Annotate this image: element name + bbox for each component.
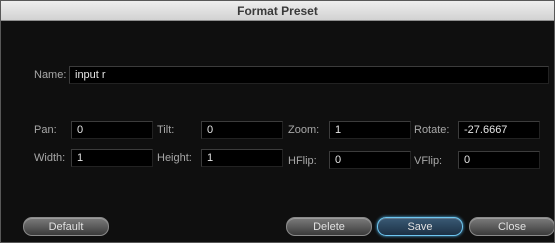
height-input[interactable]: 1: [201, 149, 283, 167]
default-button[interactable]: Default: [23, 217, 109, 236]
width-input[interactable]: 1: [71, 149, 153, 167]
save-button[interactable]: Save: [377, 217, 463, 236]
width-label: Width:: [34, 152, 66, 164]
name-input[interactable]: input r: [69, 66, 549, 84]
rotate-input[interactable]: -27.6667: [458, 121, 540, 139]
dialog-title: Format Preset: [1, 1, 554, 21]
close-button[interactable]: Close: [469, 217, 554, 236]
height-label: Height:: [157, 152, 192, 164]
format-preset-dialog: Format Preset Name: input r Pan: 0 Tilt:…: [0, 0, 555, 243]
rotate-label: Rotate:: [414, 124, 450, 136]
hflip-label: HFlip:: [288, 155, 317, 167]
tilt-label: Tilt:: [157, 124, 175, 136]
vflip-label: VFlip:: [414, 155, 443, 167]
zoom-input[interactable]: 1: [329, 121, 411, 139]
pan-label: Pan:: [34, 124, 57, 136]
name-label: Name:: [34, 69, 67, 81]
hflip-input[interactable]: 0: [329, 151, 411, 169]
delete-button[interactable]: Delete: [286, 217, 372, 236]
zoom-label: Zoom:: [288, 124, 320, 136]
vflip-input[interactable]: 0: [458, 151, 540, 169]
pan-input[interactable]: 0: [71, 121, 153, 139]
tilt-input[interactable]: 0: [201, 121, 283, 139]
